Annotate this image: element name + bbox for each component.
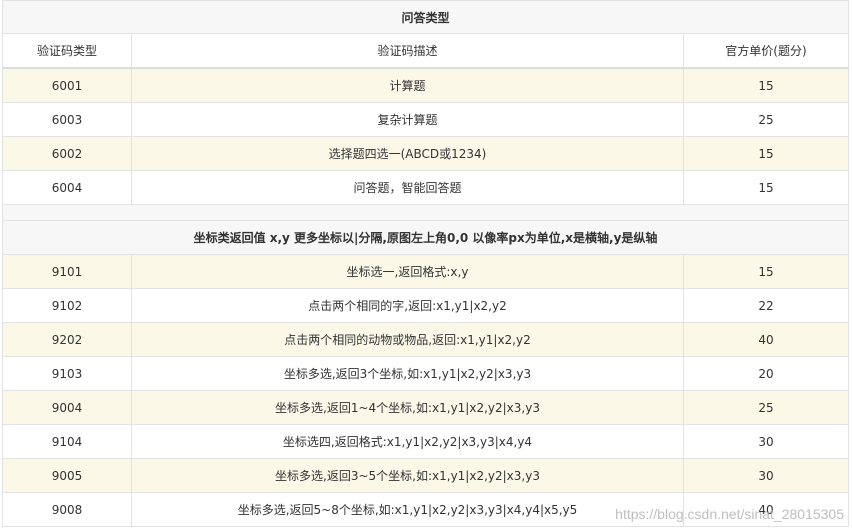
table-row: 6003 复杂计算题 25 (2, 102, 850, 137)
table-row: 9103 坐标多选,返回3个坐标,如:x1,y1|x2,y2|x3,y3 20 (2, 356, 850, 391)
table-row: 9005 坐标多选,返回3~5个坐标,如:x1,y1|x2,y2|x3,y3 3… (2, 458, 850, 493)
cell-type: 9102 (2, 288, 132, 323)
cell-description: 坐标选四,返回格式:x1,y1|x2,y2|x3,y3|x4,y4 (131, 424, 684, 459)
cell-price: 30 (682, 458, 850, 493)
cell-description: 坐标选一,返回格式:x,y (131, 254, 684, 289)
table-row: 9102 点击两个相同的字,返回:x1,y1|x2,y2 22 (2, 288, 850, 323)
cell-type: 9202 (2, 322, 132, 357)
cell-description: 问答题，智能回答题 (131, 170, 684, 205)
cell-price: 40 (682, 322, 850, 357)
cell-type: 9005 (2, 458, 132, 493)
cell-description: 坐标多选,返回3~5个坐标,如:x1,y1|x2,y2|x3,y3 (131, 458, 684, 493)
table-row: 9104 坐标选四,返回格式:x1,y1|x2,y2|x3,y3|x4,y4 3… (2, 424, 850, 459)
cell-description: 点击两个相同的字,返回:x1,y1|x2,y2 (131, 288, 684, 323)
cell-type: 9103 (2, 356, 132, 391)
cell-price: 15 (682, 170, 850, 205)
cell-description: 选择题四选一(ABCD或1234) (131, 136, 684, 171)
cell-price: 15 (682, 254, 850, 289)
table-row: 6001 计算题 15 (2, 67, 850, 103)
cell-type: 9101 (2, 254, 132, 289)
cell-type: 6001 (2, 67, 132, 103)
section-title-qa: 问答类型 (2, 0, 849, 34)
cell-price: 15 (682, 67, 850, 103)
cell-price: 25 (682, 390, 850, 425)
header-captcha-type: 验证码类型 (2, 33, 132, 69)
section-title-row: 问答类型 (2, 0, 849, 34)
cell-type: 6004 (2, 170, 132, 205)
cell-price: 25 (682, 102, 850, 137)
cell-price: 20 (682, 356, 850, 391)
cell-description: 坐标多选,返回1~4个坐标,如:x1,y1|x2,y2|x3,y3 (131, 390, 684, 425)
header-captcha-description: 验证码描述 (131, 33, 684, 69)
table-row: 9004 坐标多选,返回1~4个坐标,如:x1,y1|x2,y2|x3,y3 2… (2, 390, 850, 425)
table-row: 6002 选择题四选一(ABCD或1234) 15 (2, 136, 850, 171)
cell-type: 9008 (2, 492, 132, 527)
cell-price: 22 (682, 288, 850, 323)
cell-description: 坐标多选,返回5~8个坐标,如:x1,y1|x2,y2|x3,y3|x4,y4|… (131, 492, 684, 527)
header-official-price: 官方单价(题分) (682, 33, 850, 69)
section-title-row: 坐标类返回值 x,y 更多坐标以|分隔,原图左上角0,0 以像率px为单位,x是… (2, 220, 849, 255)
cell-description: 计算题 (131, 67, 684, 103)
table-row: 6004 问答题，智能回答题 15 (2, 170, 850, 205)
table-header-row: 验证码类型 验证码描述 官方单价(题分) (2, 33, 850, 69)
spacer-cell (2, 204, 849, 221)
blog-watermark: https://blog.csdn.net/sinat_28015305 (615, 506, 844, 522)
cell-price: 30 (682, 424, 850, 459)
cell-description: 点击两个相同的动物或物品,返回:x1,y1|x2,y2 (131, 322, 684, 357)
cell-price: 15 (682, 136, 850, 171)
cell-type: 9004 (2, 390, 132, 425)
cell-type: 6002 (2, 136, 132, 171)
cell-type: 9104 (2, 424, 132, 459)
section-title-coordinates: 坐标类返回值 x,y 更多坐标以|分隔,原图左上角0,0 以像率px为单位,x是… (2, 220, 849, 255)
captcha-price-table: 问答类型 验证码类型 验证码描述 官方单价(题分) 6001 计算题 15 60… (2, 0, 850, 527)
cell-type: 6003 (2, 102, 132, 137)
table-row: 9202 点击两个相同的动物或物品,返回:x1,y1|x2,y2 40 (2, 322, 850, 357)
table-row: 9101 坐标选一,返回格式:x,y 15 (2, 254, 850, 289)
section-spacer (2, 204, 849, 221)
cell-description: 坐标多选,返回3个坐标,如:x1,y1|x2,y2|x3,y3 (131, 356, 684, 391)
cell-description: 复杂计算题 (131, 102, 684, 137)
